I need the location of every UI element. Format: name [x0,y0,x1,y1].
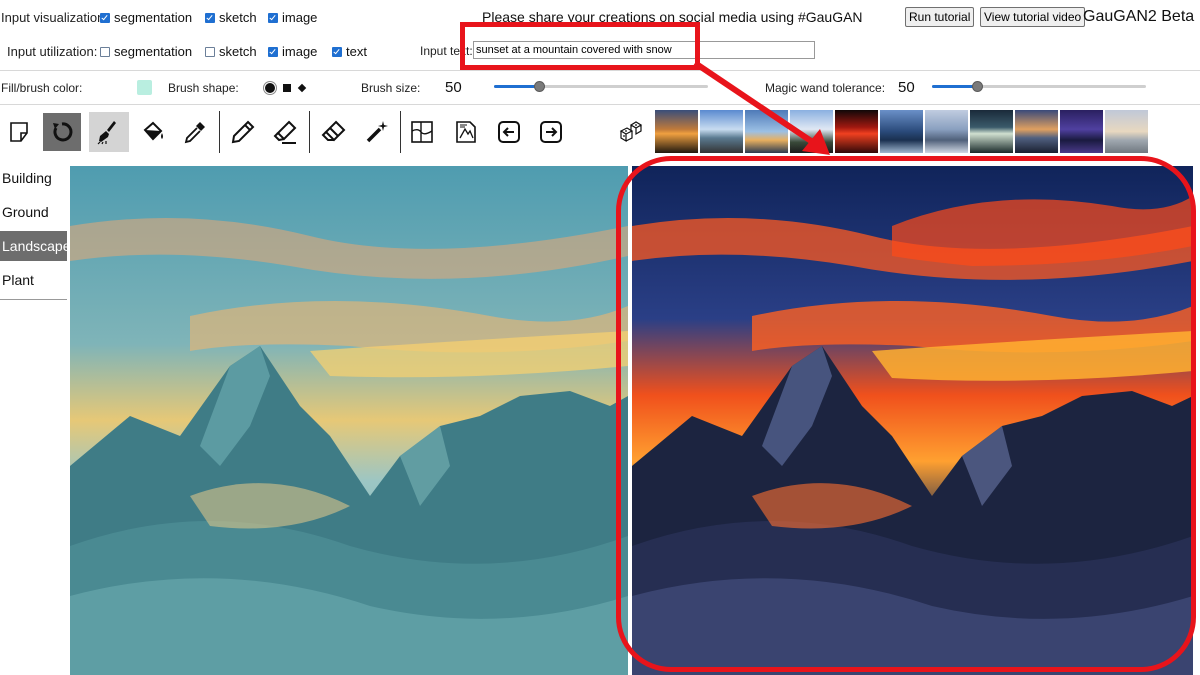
magic-wand-slider-fill [932,85,977,88]
random-dice-icon [619,121,643,143]
header-divider [0,70,1200,71]
sidebar-divider [0,299,67,300]
style-thumbnail[interactable] [1105,110,1148,153]
brush-size-slider-thumb[interactable] [534,81,545,92]
eraser-icon [321,120,346,142]
brush-icon [97,121,116,145]
annotation-arrow-icon [693,60,830,155]
vis-image-label: image [282,10,318,25]
magic-wand-slider-thumb[interactable] [972,81,983,92]
util-sketch-checkbox[interactable] [205,46,215,57]
eraser-button[interactable] [317,115,351,149]
brush-row-divider [0,104,1200,105]
segment-icon [411,121,433,143]
brush-size-slider-fill [494,85,539,88]
app-title: GauGAN2 Beta [1083,8,1195,25]
fill-color-swatch[interactable] [137,80,152,95]
vis-sketch-label: sketch [219,10,257,25]
arrow-right-icon [540,121,562,143]
brush-tool-button[interactable] [89,112,129,152]
input-visualization-label: Input visualization: [1,10,108,25]
sketch-eraser-icon [273,120,297,144]
input-utilization-label: Input utilization: [7,44,98,59]
magic-wand-tolerance-value: 50 [898,79,915,96]
diamond-brush-icon[interactable] [297,83,307,93]
input-text-highlight-box [460,22,700,70]
arrow-left-icon [498,121,520,143]
sidebar-item-ground[interactable]: Ground [0,197,67,227]
new-canvas-button[interactable] [3,115,37,149]
style-thumbnail[interactable] [835,110,878,153]
brush-size-label: Brush size: [361,81,421,95]
category-sidebar: Building Ground Landscape Plant [0,163,71,300]
brush-shape-label: Brush shape: [168,81,239,95]
toolbar-separator [400,111,401,153]
util-image-label: image [282,44,318,59]
random-style-button[interactable] [616,117,646,147]
previous-button[interactable] [492,115,526,149]
sketch-image-icon [456,121,476,143]
input-canvas[interactable] [70,166,628,675]
util-text-option[interactable]: text [332,44,367,59]
style-thumbnail[interactable] [970,110,1013,153]
toolbar-separator [309,111,310,153]
vis-sketch-option[interactable]: sketch [205,10,257,25]
util-sketch-option[interactable]: sketch [205,44,257,59]
magic-wand-tolerance-slider[interactable] [932,81,1146,92]
vis-sketch-checkbox[interactable] [205,12,215,23]
sidebar-item-landscape[interactable]: Landscape [0,231,71,261]
util-text-label: text [346,44,367,59]
brush-size-value: 50 [445,79,462,96]
pencil-icon [231,120,255,144]
next-button[interactable] [534,115,568,149]
fill-brush-color-label: Fill/brush color: [1,81,83,95]
sketch-image-button[interactable] [449,115,483,149]
util-segmentation-checkbox[interactable] [100,46,110,57]
eyedropper-icon [184,122,205,144]
undo-button[interactable] [43,113,81,151]
toolbar-separator [219,111,220,153]
pencil-button[interactable] [226,115,260,149]
fill-bucket-button[interactable] [136,115,170,149]
util-image-checkbox[interactable] [268,46,278,57]
new-canvas-icon [10,122,28,142]
run-tutorial-button[interactable]: Run tutorial [905,7,975,27]
style-thumbnail[interactable] [925,110,968,153]
sidebar-item-building[interactable]: Building [0,163,67,193]
brush-size-slider[interactable] [494,81,708,92]
style-thumbnail[interactable] [1060,110,1103,153]
util-text-checkbox[interactable] [332,46,342,57]
util-sketch-label: sketch [219,44,257,59]
input-landscape-image [70,166,628,675]
sketch-eraser-button[interactable] [268,115,302,149]
square-brush-icon[interactable] [283,84,291,92]
style-thumbnail[interactable] [880,110,923,153]
util-segmentation-option[interactable]: segmentation [100,44,192,59]
output-highlight-frame [616,156,1196,672]
style-thumbnail[interactable] [1015,110,1058,153]
vis-segmentation-option[interactable]: segmentation [100,10,192,25]
vis-image-option[interactable]: image [268,10,317,25]
segmentation-map-button[interactable] [405,115,439,149]
vis-segmentation-checkbox[interactable] [100,12,110,23]
undo-icon [53,122,73,142]
util-segmentation-label: segmentation [114,44,193,59]
magic-wand-button[interactable] [360,115,394,149]
vis-image-checkbox[interactable] [268,12,278,23]
sidebar-item-plant[interactable]: Plant [0,265,67,295]
util-image-option[interactable]: image [268,44,317,59]
eyedropper-button[interactable] [178,115,212,149]
fill-bucket-icon [143,121,163,141]
vis-segmentation-label: segmentation [114,10,193,25]
magic-wand-icon [366,121,388,143]
circle-brush-icon[interactable] [265,83,275,93]
view-tutorial-video-button[interactable]: View tutorial video [980,7,1086,27]
